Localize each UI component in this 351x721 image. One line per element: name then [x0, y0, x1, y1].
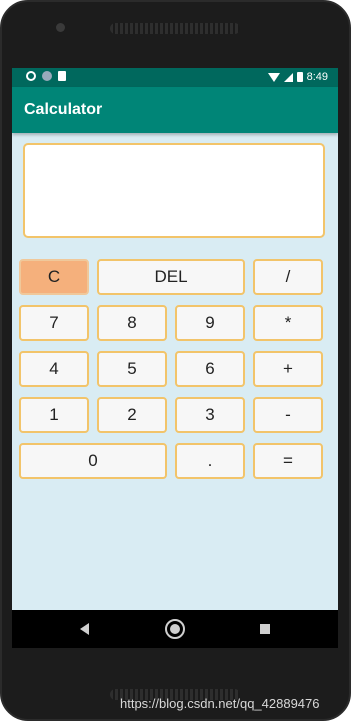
- app-bar: Calculator: [12, 87, 338, 133]
- screen: 8:49 Calculator C DEL / 7 8 9 * 4 5 6 + …: [12, 68, 338, 648]
- calculator-display[interactable]: [23, 143, 325, 238]
- seven-button[interactable]: 7: [19, 305, 89, 341]
- equals-button[interactable]: =: [253, 443, 323, 479]
- back-icon[interactable]: [80, 623, 89, 635]
- top-speaker: [110, 23, 240, 34]
- circle-icon: [42, 71, 52, 81]
- sd-card-icon: [58, 71, 66, 81]
- four-button[interactable]: 4: [19, 351, 89, 387]
- multiply-button[interactable]: *: [253, 305, 323, 341]
- two-button[interactable]: 2: [97, 397, 167, 433]
- five-button[interactable]: 5: [97, 351, 167, 387]
- navigation-bar: [12, 610, 338, 648]
- dot-button[interactable]: .: [175, 443, 245, 479]
- phone-frame: 8:49 Calculator C DEL / 7 8 9 * 4 5 6 + …: [0, 0, 351, 721]
- watermark: https://blog.csdn.net/qq_42889476: [120, 696, 320, 711]
- six-button[interactable]: 6: [175, 351, 245, 387]
- minus-button[interactable]: -: [253, 397, 323, 433]
- signal-icon: [283, 72, 293, 82]
- delete-button[interactable]: DEL: [97, 259, 245, 295]
- divide-button[interactable]: /: [253, 259, 323, 295]
- clear-button[interactable]: C: [19, 259, 89, 295]
- recent-apps-icon[interactable]: [260, 624, 270, 634]
- plus-button[interactable]: +: [253, 351, 323, 387]
- zero-button[interactable]: 0: [19, 443, 167, 479]
- app-title: Calculator: [24, 101, 103, 118]
- three-button[interactable]: 3: [175, 397, 245, 433]
- eight-button[interactable]: 8: [97, 305, 167, 341]
- wifi-icon: [267, 72, 280, 82]
- nine-button[interactable]: 9: [175, 305, 245, 341]
- status-bar: 8:49: [12, 68, 338, 87]
- home-icon[interactable]: [165, 619, 185, 639]
- camera-icon: [56, 23, 65, 32]
- battery-icon: [296, 72, 303, 82]
- status-time: 8:49: [306, 71, 328, 83]
- one-button[interactable]: 1: [19, 397, 89, 433]
- gear-icon: [26, 71, 36, 81]
